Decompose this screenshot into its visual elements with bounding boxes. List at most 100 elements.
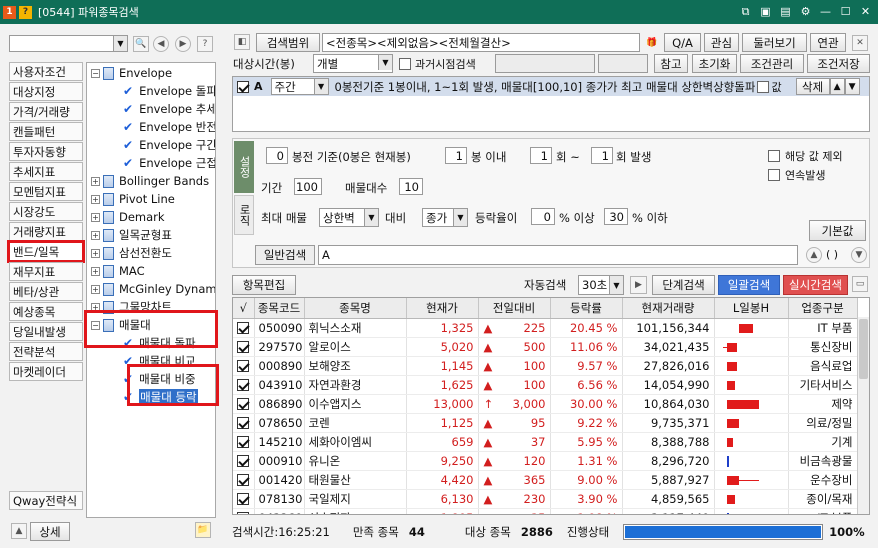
- column-header[interactable]: 현재거래량: [622, 298, 715, 319]
- tab-logic[interactable]: 로직: [234, 195, 254, 235]
- value-checkbox[interactable]: [756, 80, 769, 93]
- expand-icon[interactable]: +: [91, 284, 100, 294]
- chevron-down-icon[interactable]: ▼: [609, 276, 623, 294]
- row-checkbox[interactable]: [237, 398, 250, 410]
- interest-button[interactable]: 관심: [704, 33, 739, 52]
- prev-icon[interactable]: ◀: [153, 36, 169, 52]
- table-row[interactable]: 078130 국일제지 6,130 ▲ 230 3.90 % 4,859,565 종이/목재: [233, 489, 858, 509]
- category-item[interactable]: 예상종목: [9, 302, 83, 321]
- close-icon[interactable]: ✕: [857, 3, 874, 20]
- related-button[interactable]: 연관: [810, 33, 846, 52]
- help-icon[interactable]: ?: [197, 36, 213, 52]
- collapse-icon[interactable]: −: [91, 68, 100, 78]
- play-icon[interactable]: ▶: [630, 276, 647, 294]
- rate-from-input[interactable]: 0: [531, 208, 555, 225]
- category-item[interactable]: 밴드/일목: [7, 240, 85, 263]
- table-row[interactable]: 078650 코렌 1,125 ▲ 95 9.22 % 9,735,371 의료/정밀: [233, 413, 858, 433]
- row-checkbox[interactable]: [237, 512, 250, 514]
- category-item[interactable]: 마켓레이더: [9, 362, 83, 381]
- table-row[interactable]: 297570 알로이스 5,020 ▲ 500 11.06 % 34,021,435 통신장비: [233, 337, 858, 357]
- scroll-down-icon[interactable]: ▼: [851, 247, 867, 263]
- category-item[interactable]: 가격/거래량: [9, 102, 83, 121]
- category-item[interactable]: 전략분석: [9, 342, 83, 361]
- row-checkbox[interactable]: [237, 493, 250, 505]
- move-down-icon[interactable]: ▼: [844, 78, 860, 95]
- scroll-up-icon[interactable]: ▲: [806, 247, 822, 263]
- step-search-button[interactable]: 단계검색: [652, 275, 715, 295]
- past-search-checkbox[interactable]: [399, 58, 411, 70]
- chevron-down-icon[interactable]: ▼: [364, 209, 378, 226]
- detail-button[interactable]: 상세: [30, 522, 70, 541]
- consecutive-toggle[interactable]: 연속발생: [768, 167, 825, 183]
- tab-settings[interactable]: 설정: [234, 141, 254, 193]
- delete-condition-button[interactable]: 삭제: [795, 78, 830, 95]
- category-item[interactable]: 거래량지표: [9, 222, 83, 241]
- chevron-down-icon[interactable]: ▼: [453, 209, 467, 226]
- close-price-select[interactable]: 종가 ▼: [422, 208, 468, 227]
- search-icon[interactable]: 🔍: [133, 36, 149, 52]
- panel-toggle-icon[interactable]: ◧: [234, 34, 250, 50]
- paren-icon[interactable]: ( ): [826, 248, 838, 261]
- table-row[interactable]: 001420 태원물산 4,420 ▲ 365 9.00 % 5,887,927 운수장비: [233, 470, 858, 490]
- row-checkbox[interactable]: [237, 417, 250, 429]
- auto-search-interval-select[interactable]: 30초 ▼: [578, 275, 624, 295]
- tree-group[interactable]: + Bollinger Bands: [91, 172, 209, 190]
- consecutive-checkbox[interactable]: [768, 169, 780, 181]
- save-icon[interactable]: ▣: [757, 3, 774, 20]
- row-checkbox[interactable]: [237, 322, 250, 334]
- maximize-icon[interactable]: ☐: [837, 3, 854, 20]
- realtime-search-button[interactable]: 실시간검색: [783, 275, 848, 295]
- category-item[interactable]: 모멘텀지표: [9, 182, 83, 201]
- results-table[interactable]: √ 종목코드 종목명 현재가 전일대비 등락률 현재거래량 L일봉H 업종구분 050090 휘닉…: [232, 297, 870, 515]
- batch-search-button[interactable]: 일괄검색: [718, 275, 780, 295]
- period-select[interactable]: 개별 ▼: [313, 54, 393, 73]
- row-checkbox[interactable]: [237, 436, 250, 448]
- category-item[interactable]: 대상지정: [9, 82, 83, 101]
- category-item[interactable]: 투자자동향: [9, 142, 83, 161]
- past-search-toggle[interactable]: 과거시점검색: [399, 56, 476, 72]
- qway-strategy-button[interactable]: Qway전략식: [9, 491, 83, 510]
- row-checkbox[interactable]: [237, 455, 250, 467]
- column-header[interactable]: 전일대비: [478, 298, 551, 319]
- category-item[interactable]: 사용자조건: [9, 62, 83, 81]
- close-panel-icon[interactable]: ✕: [852, 35, 868, 51]
- column-header[interactable]: 종목코드: [254, 298, 305, 319]
- edit-columns-button[interactable]: 항목편집: [232, 275, 296, 295]
- expand-icon[interactable]: +: [91, 230, 100, 240]
- row-checkbox[interactable]: [237, 474, 250, 486]
- scrollbar-thumb[interactable]: [859, 319, 868, 379]
- expand-up-icon[interactable]: ▲: [11, 523, 27, 539]
- condition-cycle-select[interactable]: 주간 ▼: [270, 78, 329, 95]
- zone-count-input[interactable]: 10: [399, 178, 423, 195]
- expand-icon[interactable]: +: [91, 212, 100, 222]
- column-header[interactable]: 등락률: [550, 298, 623, 319]
- count-from-input[interactable]: 1: [530, 147, 552, 164]
- column-header[interactable]: 현재가: [406, 298, 479, 319]
- count-to-input[interactable]: 1: [591, 147, 613, 164]
- folder-icon[interactable]: 📁: [195, 522, 211, 538]
- exclude-value-toggle[interactable]: 해당 값 제외: [768, 148, 843, 164]
- tree-group[interactable]: + 일목균형표: [91, 226, 172, 244]
- tree-group[interactable]: + MAC: [91, 262, 145, 280]
- chevron-down-icon[interactable]: ▼: [378, 55, 392, 70]
- category-item[interactable]: 당일내발생: [9, 322, 83, 341]
- print-icon[interactable]: ▤: [777, 3, 794, 20]
- expand-icon[interactable]: +: [91, 266, 100, 276]
- tree-group[interactable]: + Demark: [91, 208, 165, 226]
- chevron-down-icon[interactable]: ▼: [113, 36, 127, 51]
- search-scope-button[interactable]: 검색범위: [256, 33, 320, 52]
- table-row[interactable]: 086890 이수앱지스 13,000 ↑ 3,000 30.00 % 10,864,030…: [233, 394, 858, 414]
- expand-icon[interactable]: +: [91, 176, 100, 186]
- condition-row[interactable]: A 주간 ▼ 0봉전기준 1봉이내, 1~1회 발생, 매물대[100,10] 종…: [233, 77, 869, 96]
- expand-icon[interactable]: +: [91, 194, 100, 204]
- chevron-down-icon[interactable]: ▼: [313, 79, 328, 94]
- tree-item[interactable]: ✔ Envelope 돌파: [123, 82, 215, 100]
- condition-save-button[interactable]: 조건저장: [807, 54, 870, 73]
- condition-text[interactable]: 0봉전기준 1봉이내, 1~1회 발생, 매물대[100,10] 종가가 최고 …: [335, 79, 755, 95]
- expand-icon[interactable]: +: [91, 248, 100, 258]
- tree-group[interactable]: − Envelope: [91, 64, 172, 82]
- browse-button[interactable]: 둘러보기: [742, 33, 807, 52]
- table-row[interactable]: 145210 세화아이엠씨 659 ▲ 37 5.95 % 8,388,788 기계: [233, 432, 858, 452]
- table-row[interactable]: 000890 보해양조 1,145 ▲ 100 9.57 % 27,826,016 음식료업: [233, 356, 858, 376]
- condition-manage-button[interactable]: 조건관리: [740, 54, 804, 73]
